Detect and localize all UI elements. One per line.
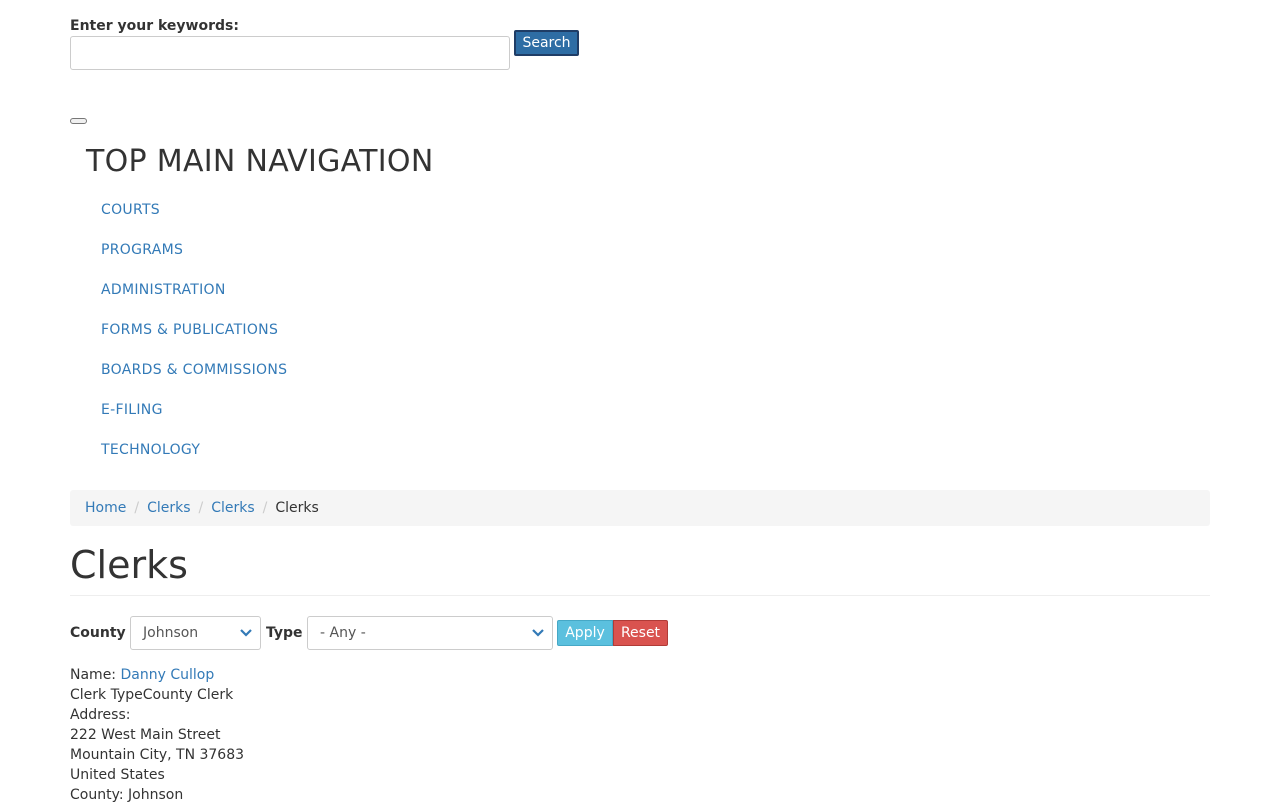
type-select-value: - Any -: [320, 625, 366, 641]
clerk-record: Name: Danny Cullop Clerk TypeCounty Cler…: [70, 665, 244, 805]
nav-item-technology: TECHNOLOGY: [101, 429, 287, 469]
nav-item-courts: COURTS: [101, 189, 287, 229]
nav-link-administration[interactable]: ADMINISTRATION: [101, 282, 226, 298]
nav-link-forms-publications[interactable]: FORMS & PUBLICATIONS: [101, 322, 278, 338]
chevron-down-icon: [240, 629, 252, 637]
nav-link-programs[interactable]: PROGRAMS: [101, 242, 183, 258]
search-block: Enter your keywords: Search: [70, 16, 579, 70]
type-filter-label: Type: [266, 625, 303, 641]
record-name-link[interactable]: Danny Cullop: [120, 667, 214, 683]
record-clerk-type-label: Clerk Type: [70, 687, 143, 703]
nav-toggle-button[interactable]: [70, 118, 87, 124]
chevron-down-icon: [532, 629, 544, 637]
record-county-value: Johnson: [128, 787, 184, 803]
nav-link-courts[interactable]: COURTS: [101, 202, 160, 218]
apply-button[interactable]: Apply: [557, 620, 613, 646]
county-select-value: Johnson: [143, 625, 199, 641]
record-address-line2: Mountain City, TN 37683: [70, 747, 245, 763]
record-address-label: Address:: [70, 707, 131, 723]
nav-link-e-filing[interactable]: E-FILING: [101, 402, 163, 418]
breadcrumb-separator: /: [198, 500, 204, 516]
search-label: Enter your keywords:: [70, 18, 239, 34]
nav-item-forms-publications: FORMS & PUBLICATIONS: [101, 309, 287, 349]
nav-item-boards-commissions: BOARDS & COMMISSIONS: [101, 349, 287, 389]
record-clerk-type-value: County Clerk: [142, 687, 234, 703]
record-address-country: United States: [70, 767, 165, 783]
breadcrumb-separator: /: [134, 500, 140, 516]
nav-item-e-filing: E-FILING: [101, 389, 287, 429]
main-nav: COURTS PROGRAMS ADMINISTRATION FORMS & P…: [101, 189, 287, 469]
breadcrumb: Home / Clerks / Clerks / Clerks: [70, 490, 1210, 526]
breadcrumb-separator: /: [262, 500, 268, 516]
nav-link-boards-commissions[interactable]: BOARDS & COMMISSIONS: [101, 362, 287, 378]
breadcrumb-clerks-2[interactable]: Clerks: [211, 500, 254, 516]
record-clerk-type-line: Clerk TypeCounty Clerk: [70, 685, 244, 705]
breadcrumb-home[interactable]: Home: [85, 500, 126, 516]
nav-item-programs: PROGRAMS: [101, 229, 287, 269]
county-filter-label: County: [70, 625, 126, 641]
record-county-line: County: Johnson: [70, 785, 244, 805]
record-county-label: County:: [70, 787, 129, 803]
breadcrumb-current: Clerks: [275, 500, 319, 516]
search-input[interactable]: [70, 36, 510, 70]
county-select[interactable]: Johnson: [130, 616, 261, 650]
record-name-label: Name:: [70, 667, 121, 683]
nav-item-administration: ADMINISTRATION: [101, 269, 287, 309]
nav-link-technology[interactable]: TECHNOLOGY: [101, 442, 200, 458]
record-name-line: Name: Danny Cullop: [70, 665, 244, 685]
page-title: Clerks: [70, 543, 188, 587]
record-address-line1: 222 West Main Street: [70, 727, 221, 743]
breadcrumb-clerks-1[interactable]: Clerks: [147, 500, 190, 516]
reset-button[interactable]: Reset: [613, 620, 668, 646]
type-select[interactable]: - Any -: [307, 616, 553, 650]
title-divider: [70, 595, 1210, 596]
search-button[interactable]: Search: [514, 30, 579, 56]
nav-title: TOP MAIN NAVIGATION: [86, 144, 434, 179]
